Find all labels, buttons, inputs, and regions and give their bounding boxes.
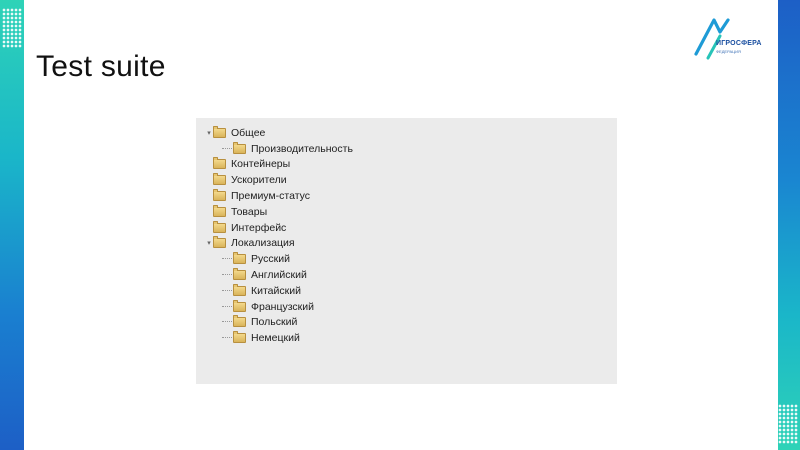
tree-connector [222,337,232,339]
tree-item-label: Французский [251,300,314,313]
tree-item-label: Русский [251,253,290,266]
folder-icon [213,125,226,138]
dot-pattern-decoration [2,8,22,48]
expand-arrow-icon[interactable]: ▾ [205,129,213,137]
tree-item[interactable]: Китайский [196,283,617,299]
tree-item-label: Английский [251,269,307,282]
tree-connector [222,289,232,292]
folder-icon [233,299,246,312]
tree-item[interactable]: Русский [196,251,617,267]
tree-connector [222,305,232,308]
folder-icon [233,252,246,265]
left-accent-stripe [0,0,24,450]
expand-arrow-icon[interactable]: ▾ [205,239,213,247]
tree-connector [222,258,232,260]
folder-icon [233,331,246,344]
folder-icon [233,268,246,281]
logo-subtitle: ФЕДЕРАЦИЯ [716,49,741,54]
tree-item[interactable]: ▾ Локализация [196,236,617,252]
folder-icon [233,141,246,154]
right-accent-stripe [778,0,800,450]
tree-item-label: Китайский [251,284,301,297]
tree-item[interactable]: Товары [196,204,617,220]
folder-icon [213,157,226,170]
tree-connector [222,147,232,150]
folder-tree: ▾ Общее Производительность Контейнеры Ускори… [196,125,617,346]
tree-connector [222,321,232,323]
folder-icon [233,283,246,296]
tree-item-label: Локализация [231,237,295,250]
tree-item[interactable]: Немецкий [196,330,617,346]
tree-connector [222,274,232,276]
test-suite-tree-panel: ▾ Общее Производительность Контейнеры Ускори… [196,118,617,384]
folder-icon [233,315,246,328]
tree-item-label: Польский [251,316,298,329]
tree-item-label: Общее [231,126,266,139]
tree-item-label: Контейнеры [231,158,291,171]
tree-item-label: Производительность [251,142,353,155]
dot-pattern-decoration [778,404,798,444]
folder-icon [213,204,226,217]
slide-title: Test suite [36,50,166,83]
folder-icon [213,189,226,202]
tree-item[interactable]: Контейнеры [196,157,617,173]
tree-item-label: Немецкий [251,332,300,345]
logo-wordmark: ИГРОСФЕРА [716,40,762,47]
folder-icon [213,220,226,233]
tree-item[interactable]: Польский [196,315,617,331]
tree-item[interactable]: Ускорители [196,172,617,188]
tree-item[interactable]: Французский [196,299,617,315]
tree-item-label: Интерфейс [231,221,287,234]
folder-icon [213,236,226,249]
tree-item-label: Товары [231,205,268,218]
tree-item[interactable]: Премиум-статус [196,188,617,204]
tree-item-label: Премиум-статус [231,190,311,203]
tree-item[interactable]: Интерфейс [196,220,617,236]
tree-item[interactable]: Производительность [196,141,617,157]
tree-item-label: Ускорители [231,174,287,187]
tree-item[interactable]: Английский [196,267,617,283]
folder-icon [213,173,226,186]
igrosfera-logo [694,18,730,60]
tree-item[interactable]: ▾ Общее [196,125,617,141]
